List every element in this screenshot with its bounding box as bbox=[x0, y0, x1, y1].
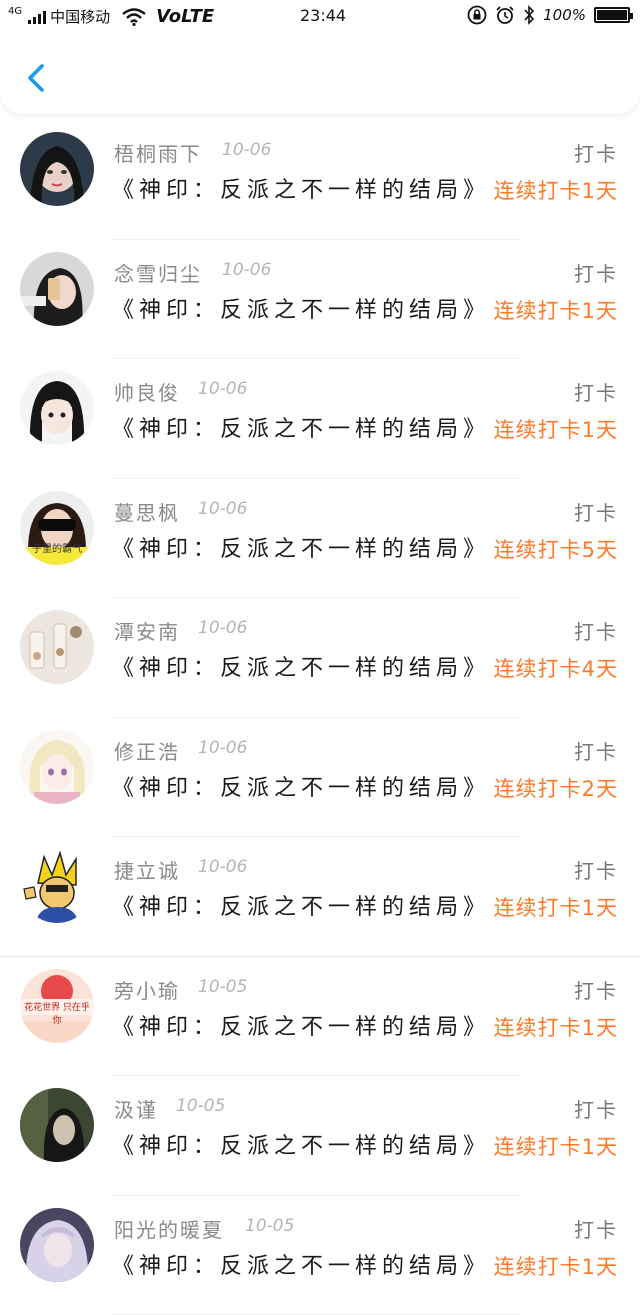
checkin-date: 10-05 bbox=[198, 977, 247, 997]
list-item[interactable]: 潭安南 10-06 打卡《神印：反派之不一样的结局》连续打卡4天 bbox=[0, 598, 640, 718]
book-title[interactable]: 《神印：反派之不一样的结局》 bbox=[112, 411, 490, 443]
streak-label: 连续打卡1天 bbox=[494, 892, 618, 922]
list-item[interactable]: 捷立诚 10-06 打卡《神印：反派之不一样的结局》连续打卡1天 bbox=[0, 837, 640, 957]
streak-label: 连续打卡1天 bbox=[494, 175, 618, 205]
avatar[interactable]: 花花世界 只在乎你 bbox=[20, 969, 94, 1043]
volte-label: VoLTE bbox=[156, 6, 214, 27]
checkin-date: 10-06 bbox=[198, 379, 247, 399]
action-label: 打卡 bbox=[574, 1214, 618, 1243]
user-name[interactable]: 捷立诚 bbox=[114, 855, 180, 884]
streak-label: 连续打卡1天 bbox=[494, 414, 618, 444]
action-label: 打卡 bbox=[574, 736, 618, 765]
action-label: 打卡 bbox=[574, 497, 618, 526]
action-label: 打卡 bbox=[574, 855, 618, 884]
book-title[interactable]: 《神印：反派之不一样的结局》 bbox=[112, 1009, 490, 1041]
user-name[interactable]: 旁小瑜 bbox=[114, 975, 180, 1004]
list-item[interactable]: 修正浩 10-06 打卡《神印：反派之不一样的结局》连续打卡2天 bbox=[0, 718, 640, 838]
network-type: 4G bbox=[8, 6, 22, 17]
list-item[interactable]: 子里的霸气 蔓思枫 10-06 打卡《神印：反派之不一样的结局》连续打卡5天 bbox=[0, 479, 640, 599]
action-label: 打卡 bbox=[574, 1094, 618, 1123]
streak-label: 连续打卡2天 bbox=[494, 773, 618, 803]
list-item[interactable]: 梧桐雨下 10-06 打卡《神印：反派之不一样的结局》连续打卡1天 bbox=[0, 120, 640, 240]
user-name[interactable]: 梧桐雨下 bbox=[114, 138, 202, 167]
action-label: 打卡 bbox=[574, 138, 618, 167]
checkin-list: 梧桐雨下10-06打卡《神印：反派之不一样的结局》连续打卡1天念雪归尘10-06… bbox=[0, 120, 640, 1315]
carrier-name: 中国移动 bbox=[50, 6, 110, 27]
user-name[interactable]: 帅良俊 bbox=[114, 377, 180, 406]
battery-percent: 100% bbox=[543, 6, 586, 24]
nav-bar bbox=[0, 32, 640, 114]
action-label: 打卡 bbox=[574, 377, 618, 406]
streak-label: 连续打卡1天 bbox=[494, 1131, 618, 1161]
rotation-lock-icon bbox=[467, 5, 487, 25]
chevron-left-icon bbox=[18, 58, 58, 98]
avatar[interactable] bbox=[20, 1208, 94, 1282]
user-name[interactable]: 蔓思枫 bbox=[114, 497, 180, 526]
book-title[interactable]: 《神印：反派之不一样的结局》 bbox=[112, 1248, 490, 1280]
status-left: 4G 中国移动 VoLTE bbox=[8, 6, 214, 27]
avatar[interactable] bbox=[20, 849, 94, 923]
clock: 23:44 bbox=[300, 6, 346, 25]
checkin-date: 10-06 bbox=[222, 140, 271, 160]
book-title[interactable]: 《神印：反派之不一样的结局》 bbox=[112, 889, 490, 921]
avatar[interactable] bbox=[20, 371, 94, 445]
user-name[interactable]: 阳光的暖夏 bbox=[114, 1214, 224, 1243]
avatar[interactable] bbox=[20, 730, 94, 804]
list-item[interactable]: 阳光的暖夏 10-05 打卡《神印：反派之不一样的结局》连续打卡1天 bbox=[0, 1196, 640, 1315]
checkin-date: 10-06 bbox=[198, 738, 247, 758]
checkin-date: 10-06 bbox=[198, 499, 247, 519]
streak-label: 连续打卡1天 bbox=[494, 1012, 618, 1042]
user-name[interactable]: 汲谨 bbox=[114, 1094, 158, 1123]
avatar[interactable] bbox=[20, 252, 94, 326]
list-item[interactable]: 念雪归尘 10-06 打卡《神印：反派之不一样的结局》连续打卡1天 bbox=[0, 240, 640, 360]
book-title[interactable]: 《神印：反派之不一样的结局》 bbox=[112, 172, 490, 204]
streak-label: 连续打卡1天 bbox=[494, 295, 618, 325]
status-bar: 4G 中国移动 VoLTE 23:44 100% bbox=[0, 0, 640, 32]
avatar-caption: 花花世界 只在乎你 bbox=[20, 1000, 94, 1026]
book-title[interactable]: 《神印：反派之不一样的结局》 bbox=[112, 292, 490, 324]
signal-icon bbox=[28, 10, 46, 24]
bluetooth-icon bbox=[523, 5, 535, 25]
checkin-date: 10-05 bbox=[176, 1096, 225, 1116]
action-label: 打卡 bbox=[574, 975, 618, 1004]
list-item[interactable]: 花花世界 只在乎你旁小瑜 10-05 打卡《神印：反派之不一样的结局》连续打卡1天 bbox=[0, 957, 640, 1077]
battery-icon bbox=[594, 7, 630, 23]
book-title[interactable]: 《神印：反派之不一样的结局》 bbox=[112, 650, 490, 682]
checkin-date: 10-05 bbox=[245, 1216, 294, 1236]
list-item[interactable]: 汲谨 10-05 打卡《神印：反派之不一样的结局》连续打卡1天 bbox=[0, 1076, 640, 1196]
checkin-date: 10-06 bbox=[222, 260, 271, 280]
book-title[interactable]: 《神印：反派之不一样的结局》 bbox=[112, 770, 490, 802]
streak-label: 连续打卡1天 bbox=[494, 1251, 618, 1281]
checkin-date: 10-06 bbox=[198, 857, 247, 877]
book-title[interactable]: 《神印：反派之不一样的结局》 bbox=[112, 531, 490, 563]
avatar-caption: 子里的霸气 bbox=[20, 540, 94, 555]
action-label: 打卡 bbox=[574, 616, 618, 645]
streak-label: 连续打卡4天 bbox=[494, 653, 618, 683]
user-name[interactable]: 修正浩 bbox=[114, 736, 180, 765]
wifi-icon bbox=[122, 8, 146, 26]
checkin-date: 10-06 bbox=[198, 618, 247, 638]
avatar[interactable] bbox=[20, 132, 94, 206]
avatar[interactable] bbox=[20, 1088, 94, 1162]
list-item[interactable]: 帅良俊 10-06 打卡《神印：反派之不一样的结局》连续打卡1天 bbox=[0, 359, 640, 479]
book-title[interactable]: 《神印：反派之不一样的结局》 bbox=[112, 1128, 490, 1160]
streak-label: 连续打卡5天 bbox=[494, 534, 618, 564]
action-label: 打卡 bbox=[574, 258, 618, 287]
status-right: 100% bbox=[467, 5, 630, 25]
user-name[interactable]: 潭安南 bbox=[114, 616, 180, 645]
back-button[interactable] bbox=[18, 58, 58, 98]
user-name[interactable]: 念雪归尘 bbox=[114, 258, 202, 287]
avatar[interactable] bbox=[20, 610, 94, 684]
alarm-icon bbox=[495, 5, 515, 25]
avatar[interactable]: 子里的霸气 bbox=[20, 491, 94, 565]
